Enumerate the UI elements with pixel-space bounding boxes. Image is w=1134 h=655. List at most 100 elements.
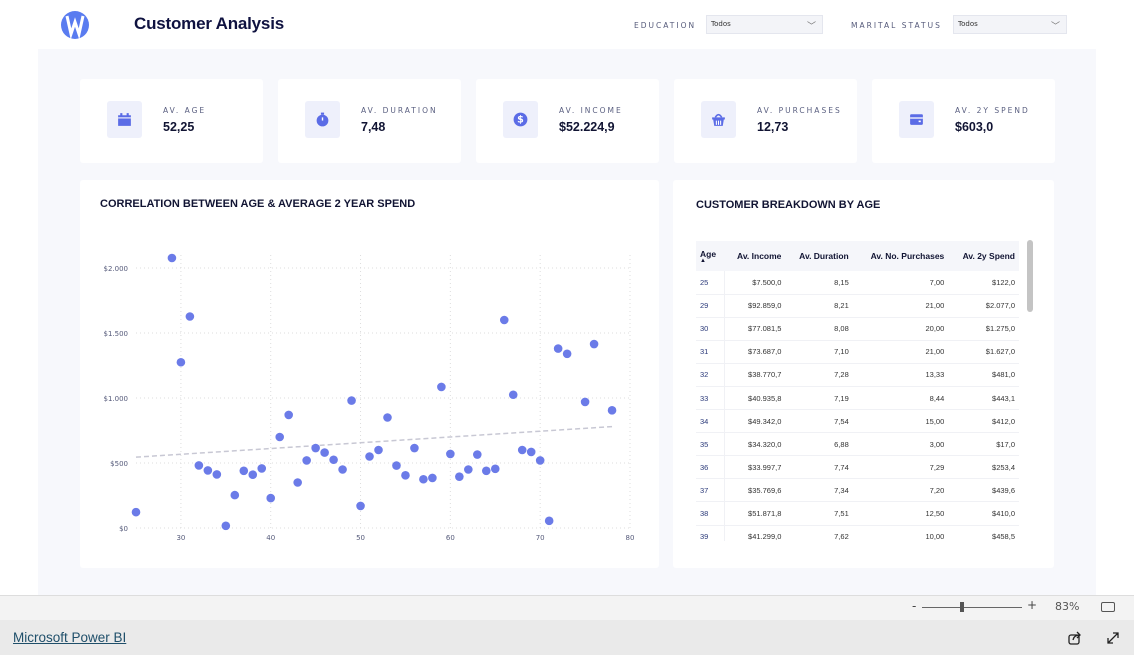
scatter-point[interactable]: [284, 410, 293, 420]
scatter-point[interactable]: [392, 461, 401, 470]
scatter-point[interactable]: [338, 465, 347, 474]
table-row[interactable]: 34 $49.342,0 7,54 15,00 $412,0: [696, 409, 1019, 434]
scatter-point[interactable]: [131, 507, 141, 517]
table-cell: $92.859,0: [724, 294, 786, 318]
scatter-point[interactable]: [329, 455, 338, 465]
scatter-point[interactable]: [203, 466, 213, 475]
table-cell: 7,10: [785, 340, 853, 364]
table-cell: 39: [696, 525, 725, 541]
table-cell: 30: [696, 317, 725, 341]
y-tick-label: $1.500: [104, 330, 129, 338]
scatter-point[interactable]: [347, 396, 356, 405]
scatter-point[interactable]: [607, 406, 617, 415]
scatter-point[interactable]: [535, 456, 545, 465]
share-icon[interactable]: [1068, 631, 1082, 645]
scatter-point[interactable]: [544, 516, 554, 526]
power-bi-link[interactable]: Microsoft Power BI: [13, 630, 126, 645]
scatter-point[interactable]: [257, 464, 267, 473]
table-row[interactable]: 36 $33.997,7 7,74 7,29 $253,4: [696, 455, 1019, 480]
table-row[interactable]: 25 $7.500,0 8,15 7,00 $122,0: [696, 271, 1019, 295]
zoom-out-button[interactable]: -: [912, 599, 916, 613]
scatter-point[interactable]: [248, 470, 258, 480]
scatter-point[interactable]: [553, 344, 563, 353]
column-header[interactable]: Age ▲: [696, 241, 725, 271]
table-cell: 37: [696, 478, 725, 503]
scatter-point[interactable]: [490, 464, 500, 474]
scatter-point[interactable]: [562, 349, 572, 359]
x-tick-label: 80: [626, 534, 635, 542]
table-row[interactable]: 38 $51.871,8 7,51 12,50 $410,0: [696, 501, 1019, 526]
column-header[interactable]: Av. Duration: [785, 241, 853, 271]
table-row[interactable]: 30 $77.081,5 8,08 20,00 $1.275,0: [696, 317, 1019, 341]
table-cell: 33: [696, 386, 725, 411]
scatter-point[interactable]: [230, 490, 240, 500]
scatter-point[interactable]: [410, 443, 419, 453]
education-filter-value: Todos: [711, 20, 731, 28]
table-cell: $481,0: [948, 363, 1019, 387]
scatter-point[interactable]: [517, 445, 527, 455]
column-header-label: Av. Duration: [799, 251, 849, 261]
scatter-point[interactable]: [239, 466, 249, 476]
zoom-in-button[interactable]: +: [1027, 598, 1037, 612]
table-row[interactable]: 31 $73.687,0 7,10 21,00 $1.627,0: [696, 340, 1019, 364]
scatter-point[interactable]: [302, 456, 311, 465]
scatter-point[interactable]: [383, 413, 392, 422]
scatter-point[interactable]: [365, 452, 374, 461]
scatter-point[interactable]: [437, 382, 446, 392]
kpi-value: $603,0: [955, 120, 994, 134]
column-header[interactable]: Av. No. Purchases: [852, 241, 949, 271]
scatter-point[interactable]: [526, 447, 536, 457]
table-scrollbar[interactable]: [1027, 240, 1033, 312]
scatter-point[interactable]: [185, 312, 195, 321]
scatter-point[interactable]: [194, 461, 204, 470]
scatter-point[interactable]: [455, 472, 464, 481]
zoom-slider-handle[interactable]: [960, 602, 964, 612]
scatter-point[interactable]: [508, 390, 518, 400]
scatter-point[interactable]: [293, 478, 302, 487]
fullscreen-icon[interactable]: [1106, 631, 1120, 645]
table-cell: 7,00: [852, 271, 949, 295]
x-tick-label: 70: [536, 534, 545, 542]
scatter-point[interactable]: [464, 465, 473, 474]
scatter-point[interactable]: [401, 471, 410, 480]
scatter-point[interactable]: [221, 521, 231, 531]
scatter-point[interactable]: [176, 357, 186, 367]
scatter-point[interactable]: [356, 501, 365, 511]
column-header[interactable]: Av. Income: [724, 241, 786, 271]
marital-status-filter-label: MARITAL STATUS: [851, 21, 942, 30]
scatter-point[interactable]: [320, 448, 329, 457]
marital-status-filter-select[interactable]: Todos ﹀: [953, 15, 1067, 34]
scatter-point[interactable]: [428, 473, 437, 483]
education-filter-select[interactable]: Todos ﹀: [706, 15, 823, 34]
y-tick-label: $500: [110, 460, 128, 468]
scatter-point[interactable]: [473, 450, 482, 459]
scatter-point[interactable]: [589, 339, 599, 349]
scatter-point[interactable]: [266, 493, 276, 503]
table-cell: $439,6: [948, 478, 1019, 503]
scatter-point[interactable]: [481, 466, 491, 476]
fit-to-page-icon[interactable]: [1101, 602, 1115, 612]
scatter-point[interactable]: [419, 474, 428, 484]
scatter-point[interactable]: [580, 397, 590, 407]
table-row[interactable]: 33 $40.935,8 7,19 8,44 $443,1: [696, 386, 1019, 411]
table-row[interactable]: 35 $34.320,0 6,88 3,00 $17,0: [696, 432, 1019, 457]
kpi-card-av-age: AV. AGE 52,25: [80, 79, 263, 163]
table-cell: 38: [696, 501, 725, 526]
scatter-point[interactable]: [374, 445, 383, 455]
table-row[interactable]: 39 $41.299,0 7,62 10,00 $458,5: [696, 525, 1019, 541]
scatter-point[interactable]: [275, 432, 285, 442]
table-cell: 20,00: [852, 317, 949, 341]
table-row[interactable]: 37 $35.769,6 7,34 7,20 $439,6: [696, 478, 1019, 503]
scatter-point[interactable]: [499, 315, 509, 325]
kpi-card-av-duration: AV. DURATION 7,48: [278, 79, 461, 163]
table-row[interactable]: 29 $92.859,0 8,21 21,00 $2.077,0: [696, 294, 1019, 318]
scatter-point[interactable]: [212, 470, 222, 479]
table-cell: $2.077,0: [948, 294, 1019, 318]
zoom-slider[interactable]: [922, 607, 1022, 608]
scatter-point[interactable]: [311, 443, 320, 453]
column-header[interactable]: Av. 2y Spend: [948, 241, 1019, 271]
table-row[interactable]: 32 $38.770,7 7,28 13,33 $481,0: [696, 363, 1019, 387]
scatter-point[interactable]: [167, 253, 177, 263]
scatter-point[interactable]: [446, 449, 455, 459]
table-cell: 8,44: [852, 386, 949, 411]
